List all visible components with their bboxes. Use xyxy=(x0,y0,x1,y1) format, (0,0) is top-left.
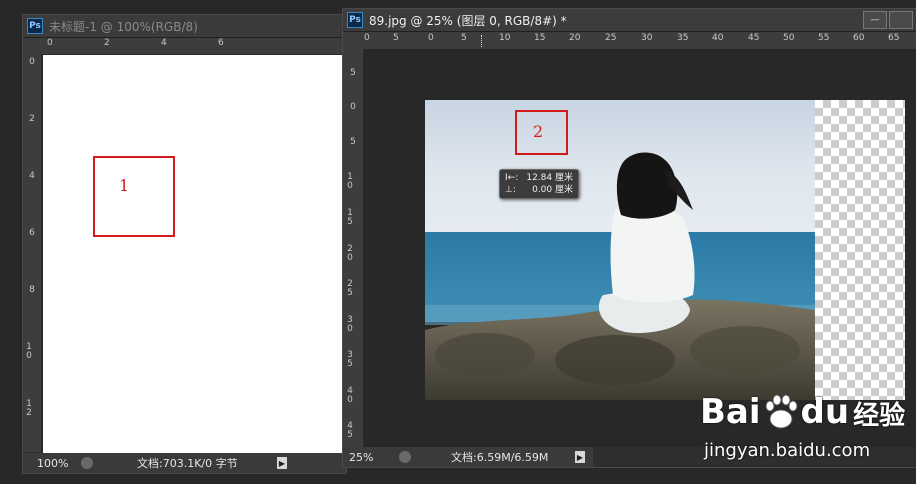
ruler-label: 2 5 xyxy=(347,279,353,298)
document-titlebar[interactable]: Ps 未标题-1 @ 100%(RGB/8) xyxy=(23,15,346,38)
watermark-url: jingyan.baidu.com xyxy=(704,440,871,461)
document-title: 未标题-1 @ 100%(RGB/8) xyxy=(49,19,198,34)
ruler-label: 2 xyxy=(104,38,110,48)
ruler-label: 2 0 xyxy=(347,244,353,263)
ruler-label: 2 xyxy=(29,114,35,124)
status-bar: 100% 文档:703.1K/0 字节 ▶ xyxy=(23,453,346,473)
tooltip-x-label: I←: xyxy=(505,173,519,183)
vertical-ruler[interactable]: 0 2 4 6 8 1 0 1 2 xyxy=(23,54,41,452)
ruler-label: 5 xyxy=(350,68,356,78)
annotation-label: 1 xyxy=(119,176,130,195)
restore-button[interactable] xyxy=(889,11,913,29)
status-menu-arrow-icon[interactable]: ▶ xyxy=(575,451,585,463)
ruler-label: 6 xyxy=(29,228,35,238)
status-info-icon[interactable] xyxy=(81,457,93,469)
ruler-label: 25 xyxy=(605,33,617,43)
ruler-label: 4 xyxy=(29,171,35,181)
annotation-box-1: 1 xyxy=(93,156,175,237)
brand-right: du xyxy=(800,392,850,432)
document-size-info: 文档:6.59M/6.59M xyxy=(451,451,549,464)
minimize-button[interactable]: — xyxy=(863,11,887,29)
ruler-label: 10 xyxy=(499,33,511,43)
ruler-label: 45 xyxy=(748,33,760,43)
ruler-label: 6 xyxy=(218,38,224,48)
tooltip-x-value: 12.84 厘米 xyxy=(526,173,573,183)
paw-icon xyxy=(761,392,801,432)
ruler-label: 8 xyxy=(29,285,35,295)
vertical-ruler[interactable]: 5 0 5 1 0 1 5 2 0 2 5 3 0 3 5 4 0 4 5 xyxy=(343,49,363,449)
document-titlebar[interactable]: Ps 89.jpg @ 25% (图层 0, RGB/8#) * — xyxy=(343,9,916,32)
annotation-box-2: 2 xyxy=(515,110,568,155)
document-size-info: 文档:703.1K/0 字节 xyxy=(137,457,238,470)
photo-canvas[interactable]: 2 I←: 12.84 厘米 ⊥: 0.00 厘米 xyxy=(425,100,815,400)
ruler-label: 50 xyxy=(783,33,795,43)
ruler-label: 15 xyxy=(534,33,546,43)
ruler-label: 5 xyxy=(393,33,399,43)
move-offset-tooltip: I←: 12.84 厘米 ⊥: 0.00 厘米 xyxy=(499,169,579,199)
ruler-label: 0 xyxy=(47,38,53,48)
ruler-label: 5 xyxy=(461,33,467,43)
horizontal-ruler[interactable]: 0 2 4 6 xyxy=(41,38,346,54)
ruler-label: 0 xyxy=(350,102,356,112)
ruler-label: 0 xyxy=(428,33,434,43)
ruler-label: 1 0 xyxy=(26,342,32,361)
ruler-label: 0 xyxy=(364,33,370,43)
ruler-corner[interactable] xyxy=(343,32,363,49)
document-window-untitled[interactable]: Ps 未标题-1 @ 100%(RGB/8) 0 2 4 6 0 2 4 6 8… xyxy=(22,14,347,474)
ruler-guide-marker xyxy=(481,35,483,47)
zoom-level[interactable]: 25% xyxy=(349,451,399,464)
tooltip-y-value: 0.00 厘米 xyxy=(532,185,573,195)
ruler-label: 5 xyxy=(350,137,356,147)
ruler-label: 3 0 xyxy=(347,315,353,334)
document-canvas[interactable]: 1 xyxy=(43,55,346,453)
status-menu-arrow-icon[interactable]: ▶ xyxy=(277,457,287,469)
ruler-label: 1 0 xyxy=(347,172,353,191)
pasteboard[interactable]: 2 I←: 12.84 厘米 ⊥: 0.00 厘米 xyxy=(363,49,916,449)
tooltip-y-label: ⊥: xyxy=(505,185,516,195)
ruler-label: 1 2 xyxy=(26,399,32,418)
status-info-icon[interactable] xyxy=(399,451,411,463)
ruler-label: 4 5 xyxy=(347,421,353,440)
ruler-label: 35 xyxy=(677,33,689,43)
brand-jingyan: 经验 xyxy=(853,401,906,431)
ruler-label: 65 xyxy=(888,33,900,43)
ruler-label: 55 xyxy=(818,33,830,43)
ruler-label: 40 xyxy=(712,33,724,43)
brand-left: Bai xyxy=(700,392,761,432)
photo-image xyxy=(425,100,815,400)
ruler-label: 20 xyxy=(569,33,581,43)
ruler-label: 4 xyxy=(161,38,167,48)
baidu-jingyan-watermark: Bai du 经验 jingyan.baidu.com xyxy=(700,392,910,472)
ruler-label: 4 0 xyxy=(347,386,353,405)
ruler-corner[interactable] xyxy=(23,38,41,54)
ruler-label: 60 xyxy=(853,33,865,43)
ruler-label: 0 xyxy=(29,57,35,67)
zoom-level[interactable]: 100% xyxy=(37,457,81,470)
photoshop-icon: Ps xyxy=(27,18,43,34)
transparent-canvas-area[interactable] xyxy=(815,100,905,400)
horizontal-ruler[interactable]: 0 5 0 5 10 15 20 25 30 35 40 45 50 55 60… xyxy=(363,32,916,49)
document-title: 89.jpg @ 25% (图层 0, RGB/8#) * xyxy=(369,13,567,28)
baidu-logo: Bai du 经验 xyxy=(700,392,905,432)
annotation-label: 2 xyxy=(533,122,544,141)
ruler-label: 3 5 xyxy=(347,350,353,369)
ruler-label: 1 5 xyxy=(347,208,353,227)
photoshop-icon: Ps xyxy=(347,12,363,28)
ruler-label: 30 xyxy=(641,33,653,43)
